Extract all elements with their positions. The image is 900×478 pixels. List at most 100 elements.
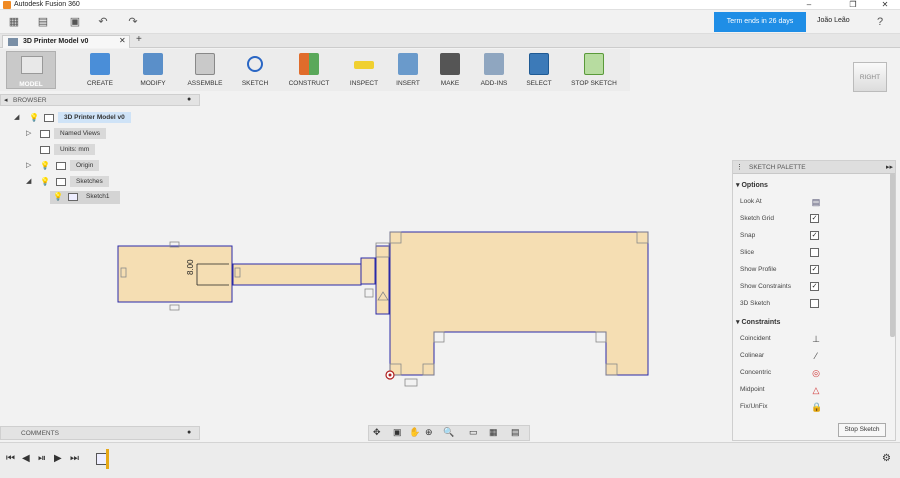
fix-lock-icon[interactable]: 🔒 [811,402,822,412]
tree-item-sketches[interactable]: ◢ 💡 Sketches [0,176,200,188]
modify-menu[interactable]: MODIFY [132,51,174,89]
option-show-profile[interactable]: Show Profile ✓ [733,262,889,279]
comments-pin-icon[interactable]: ● [187,429,191,436]
timeline-settings-gear-icon[interactable]: ⚙ [882,453,891,464]
expand-arrow-icon[interactable]: ▷ [26,129,31,137]
step-back-icon[interactable]: ◀ [22,453,30,464]
show-constraints-checkbox[interactable]: ✓ [810,282,819,291]
midpoint-icon[interactable]: △ [811,385,821,395]
sketch-palette-header[interactable]: ⋮ SKETCH PALETTE ▸▸ [733,161,895,174]
orbit-icon[interactable]: ✥ [373,427,381,438]
new-tab-icon[interactable]: + [136,34,142,45]
expand-arrow-icon[interactable]: ◢ [14,113,19,121]
collapse-icon[interactable]: ◂ [4,96,8,104]
redo-icon[interactable]: ↷ [126,15,140,29]
inspect-menu[interactable]: INSPECT [344,51,384,89]
tree-item-sketch1[interactable]: 💡 Sketch1 [50,191,120,204]
option-3d-sketch[interactable]: 3D Sketch [733,296,889,313]
show-profile-checkbox[interactable]: ✓ [810,265,819,274]
visibility-bulb-icon[interactable]: 💡 [40,161,50,170]
play-icon[interactable]: ⏯ [38,453,46,464]
comments-panel[interactable]: COMMENTS ● [0,426,200,440]
tree-item-named-views[interactable]: ▷ Named Views [0,128,200,140]
insert-menu[interactable]: INSERT [390,51,426,89]
tree-root[interactable]: ◢ 💡 3D Printer Model v0 [0,112,200,124]
create-menu[interactable]: CREATE [76,51,124,89]
sketch-origin-point[interactable] [385,370,395,380]
addins-menu[interactable]: ADD-INS [474,51,514,89]
construct-menu[interactable]: CONSTRUCT [282,51,336,89]
visibility-bulb-icon[interactable]: 💡 [29,113,39,122]
expand-palette-icon[interactable]: ▸▸ [886,163,893,171]
user-name[interactable]: João Leão [817,17,850,24]
colinear-icon[interactable]: ⁄ [811,351,821,361]
look-at-nav-icon[interactable]: ▣ [393,427,402,438]
concentric-icon[interactable]: ◎ [811,368,821,378]
browser-pin-icon[interactable]: ● [187,96,191,103]
sketch-grid-checkbox[interactable]: ✓ [810,214,819,223]
viewcube[interactable]: RIGHT [853,62,887,92]
close-tab-icon[interactable]: ✕ [119,36,126,45]
assemble-menu[interactable]: ASSEMBLE [180,51,230,89]
option-slice[interactable]: Slice [733,245,889,262]
visibility-bulb-icon[interactable]: 💡 [40,177,50,186]
trial-banner[interactable]: Term ends in 26 days [714,12,806,32]
sketch-profile-arm[interactable] [232,263,362,286]
sketch-profile-bracket[interactable] [375,245,390,315]
visibility-bulb-icon[interactable]: 💡 [53,192,63,201]
tree-item-units[interactable]: Units: mm [0,144,200,156]
constraint-fix-unfix[interactable]: Fix/UnFix 🔒 [733,399,889,416]
constraint-midpoint[interactable]: Midpoint △ [733,382,889,399]
slice-checkbox[interactable] [810,248,819,257]
option-look-at[interactable]: Look At ▤ [733,194,889,211]
expand-arrow-icon[interactable]: ▷ [26,161,31,169]
sketch-menu[interactable]: SKETCH [236,51,274,89]
save-icon[interactable]: ▣ [68,15,82,29]
sketch-profile-left[interactable] [117,245,233,303]
constraint-coincident[interactable]: Coincident ⊥ [733,331,889,348]
expand-arrow-icon[interactable]: ◢ [26,177,31,185]
3d-sketch-checkbox[interactable] [810,299,819,308]
step-forward-icon[interactable]: ▶ [54,453,62,464]
option-snap[interactable]: Snap ✓ [733,228,889,245]
sketch-profile-joint[interactable] [360,257,376,285]
snap-checkbox[interactable]: ✓ [810,231,819,240]
undo-icon[interactable]: ↶ [96,15,110,29]
fit-icon[interactable]: 🔍 [443,427,454,438]
palette-scrollbar[interactable] [890,173,895,337]
go-to-end-icon[interactable]: ⏭ [70,453,79,464]
constraints-section-header[interactable]: ▾ Constraints [736,318,780,326]
document-tab[interactable]: 3D Printer Model v0 ✕ [2,35,130,48]
sketch-profile-base[interactable] [389,231,649,376]
grid-settings-icon[interactable]: ▦ [489,427,498,438]
help-icon[interactable]: ? [873,15,887,29]
look-at-icon[interactable]: ▤ [811,197,821,207]
data-panel-icon[interactable]: ▦ [7,15,21,29]
display-settings-icon[interactable]: ▭ [469,427,478,438]
option-sketch-grid[interactable]: Sketch Grid ✓ [733,211,889,228]
drag-handle-icon[interactable]: ⋮ [736,163,743,171]
timeline-marker[interactable] [106,449,109,469]
dimension-value[interactable]: 8.00 [186,259,195,275]
coincident-icon[interactable]: ⊥ [811,334,821,344]
constraint-colinear[interactable]: Colinear ⁄ [733,348,889,365]
make-menu[interactable]: MAKE [434,51,466,89]
tree-item-origin[interactable]: ▷ 💡 Origin [0,160,200,172]
go-to-start-icon[interactable]: ⏮ [6,453,15,464]
workspace-switcher[interactable]: MODEL [6,51,56,89]
minimize-button[interactable]: – [796,0,822,10]
viewports-icon[interactable]: ▤ [511,427,520,438]
option-show-constraints[interactable]: Show Constraints ✓ [733,279,889,296]
zoom-icon[interactable]: ⊕ [425,427,433,438]
constraint-concentric[interactable]: Concentric ◎ [733,365,889,382]
close-button[interactable]: ✕ [872,0,898,10]
browser-header[interactable]: ◂ BROWSER ● [0,94,200,106]
design-icon [8,38,18,46]
options-section-header[interactable]: ▾ Options [736,181,768,189]
maximize-button[interactable]: ❐ [840,0,866,10]
file-menu-icon[interactable]: ▤ [36,15,50,29]
stop-sketch-tool[interactable]: STOP SKETCH [566,51,622,89]
stop-sketch-button[interactable]: Stop Sketch [838,423,886,437]
pan-hand-icon[interactable]: ✋ [409,427,420,438]
select-menu[interactable]: SELECT [520,51,558,89]
